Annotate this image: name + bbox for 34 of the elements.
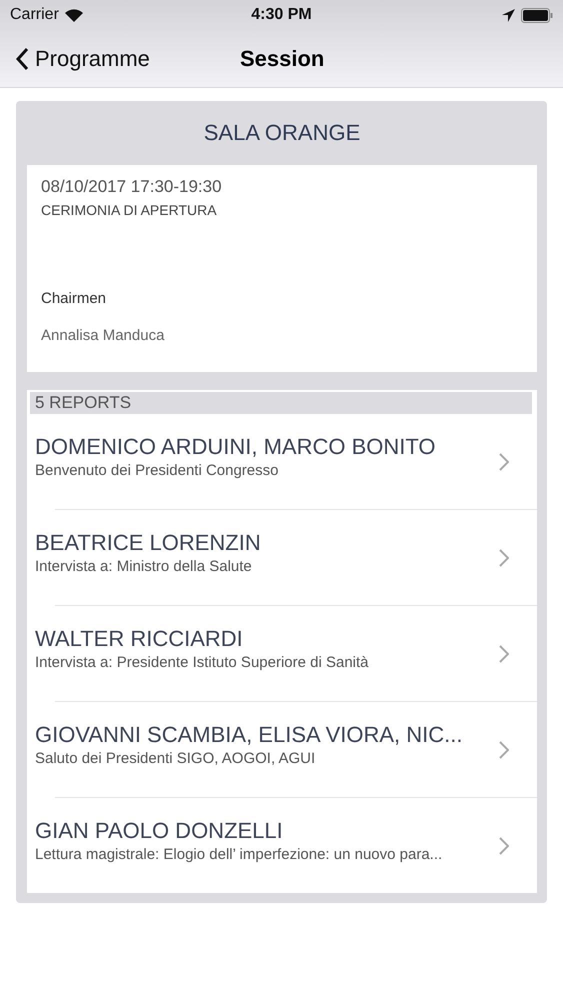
report-speakers: BEATRICE LORENZIN [35, 530, 262, 556]
report-title: Benvenuto dei Presidenti Congresso [35, 462, 280, 479]
clock-time: 4:30 PM [251, 6, 312, 24]
chevron-right-icon [499, 740, 509, 758]
report-speakers: WALTER RICCIARDI [35, 626, 244, 652]
wifi-icon [64, 8, 83, 22]
chair-label: Chairmen [41, 290, 106, 307]
report-title: Intervista a: Ministro della Salute [35, 558, 253, 575]
screen-title: Session [240, 46, 324, 72]
carrier-label: Carrier [10, 6, 59, 24]
session-datetime: 08/10/2017 17:30-19:30 [41, 177, 222, 196]
report-title: Saluto dei Presidenti SIGO, AOGOI, AGUI [35, 750, 316, 767]
chevron-right-icon [499, 452, 509, 470]
report-title: Intervista a: Presidente Istituto Superiore di Sanità [35, 654, 370, 671]
report-row[interactable]: WALTER RICCIARDI Intervista a: Presidente Istituto Superiore di Sanità [27, 606, 537, 701]
chair-name: Annalisa Manduca [41, 327, 164, 344]
room-title: SALA ORANGE [204, 120, 360, 146]
report-speakers: DOMENICO ARDUINI, MARCO BONITO [35, 434, 437, 460]
report-row[interactable]: GIAN PAOLO DONZELLI Lettura magistrale: Elogio dell’ imperfezione: un nuovo para... [27, 798, 537, 893]
chevron-right-icon [499, 644, 509, 662]
report-row[interactable]: GIOVANNI SCAMBIA, ELISA VIORA, NIC... Saluto dei Presidenti SIGO, AOGOI, AGUI [27, 702, 537, 797]
report-speakers: GIAN PAOLO DONZELLI [35, 818, 284, 844]
report-row[interactable]: DOMENICO ARDUINI, MARCO BONITO Benvenuto dei Presidenti Congresso [27, 414, 537, 509]
chevron-right-icon [499, 548, 509, 566]
battery-icon [521, 8, 553, 22]
report-row[interactable]: BEATRICE LORENZIN Intervista a: Ministro della Salute [27, 510, 537, 605]
chevron-right-icon [499, 836, 509, 854]
back-chevron-icon [16, 46, 29, 70]
report-speakers: GIOVANNI SCAMBIA, ELISA VIORA, NIC... [35, 722, 464, 748]
back-button[interactable]: Programme [0, 46, 150, 72]
report-title: Lettura magistrale: Elogio dell’ imperfezione: un nuovo para... [35, 846, 444, 863]
reports-header: 5 REPORTS [30, 392, 532, 414]
session-title: CERIMONIA DI APERTURA [41, 202, 217, 218]
location-arrow-icon [502, 8, 515, 22]
